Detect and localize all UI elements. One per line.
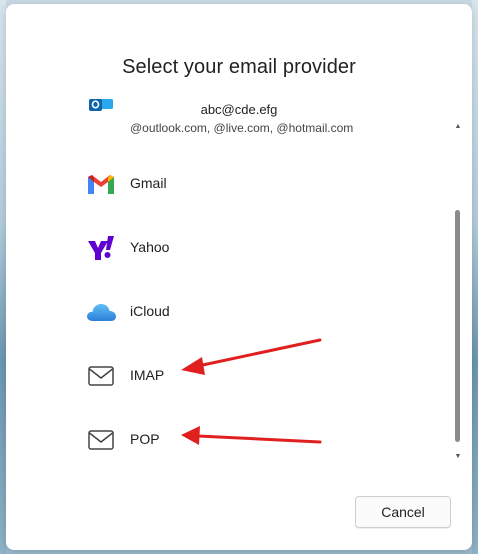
provider-item-pop[interactable]: POP bbox=[6, 412, 446, 468]
desktop-background-right bbox=[472, 0, 478, 554]
provider-item-gmail[interactable]: Gmail bbox=[6, 156, 446, 212]
scroll-down-arrow-icon[interactable]: ▼ bbox=[454, 452, 462, 462]
provider-item-outlook[interactable]: abc@cde.efg @outlook.com, @live.com, @ho… bbox=[6, 99, 446, 155]
outlook-icon bbox=[84, 99, 118, 129]
provider-item-yahoo[interactable]: Yahoo bbox=[6, 220, 446, 276]
provider-list-scrollbar[interactable]: ▲ ▼ bbox=[454, 122, 462, 462]
provider-item-icloud[interactable]: iCloud bbox=[6, 284, 446, 340]
account-domains: @outlook.com, @live.com, @hotmail.com bbox=[130, 121, 354, 135]
account-email: abc@cde.efg bbox=[200, 102, 278, 117]
dialog-title: Select your email provider bbox=[122, 56, 356, 78]
yahoo-icon bbox=[84, 231, 118, 265]
scrollbar-thumb[interactable] bbox=[455, 210, 460, 442]
provider-label-pop: POP bbox=[130, 431, 160, 447]
provider-list: abc@cde.efg @outlook.com, @live.com, @ho… bbox=[6, 99, 472, 469]
provider-label-imap: IMAP bbox=[130, 367, 165, 383]
provider-item-imap[interactable]: IMAP bbox=[6, 348, 446, 404]
icloud-icon bbox=[84, 295, 118, 329]
scroll-up-arrow-icon[interactable]: ▲ bbox=[454, 122, 462, 132]
envelope-icon bbox=[84, 423, 118, 457]
gmail-icon bbox=[84, 167, 118, 201]
email-provider-dialog: Select your email provider abc@cde.efg @… bbox=[6, 4, 472, 550]
provider-label-gmail: Gmail bbox=[130, 175, 167, 191]
envelope-icon bbox=[84, 359, 118, 393]
provider-label-icloud: iCloud bbox=[130, 303, 170, 319]
cancel-button[interactable]: Cancel bbox=[355, 496, 451, 528]
provider-label-yahoo: Yahoo bbox=[130, 239, 170, 255]
